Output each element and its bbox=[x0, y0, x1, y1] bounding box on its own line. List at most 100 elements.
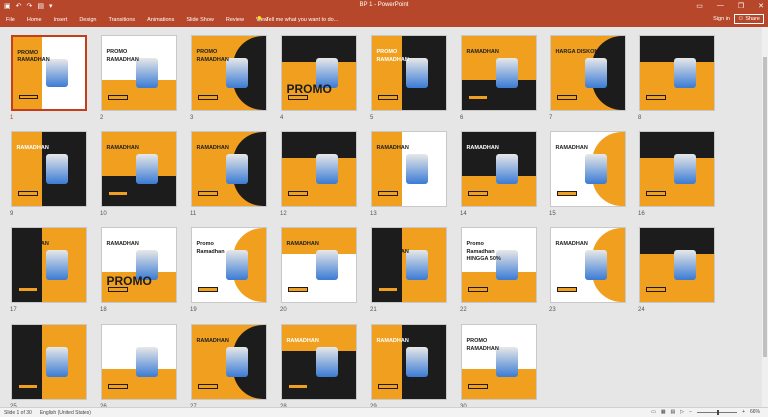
vertical-scrollbar[interactable] bbox=[762, 27, 768, 408]
slide-number: 17 bbox=[10, 307, 17, 313]
slide-number: 8 bbox=[638, 115, 642, 121]
slide-thumbnail[interactable]: RAMADHAN bbox=[371, 324, 447, 400]
slide-text: PROMO bbox=[286, 81, 332, 96]
window-controls: ▭ — ❐ ✕ bbox=[696, 2, 764, 10]
slide-thumbnail[interactable]: PROMO RAMADHAN bbox=[101, 35, 177, 111]
slide-thumbnail[interactable]: PROMO bbox=[639, 227, 715, 303]
minimize-button[interactable]: — bbox=[717, 2, 724, 10]
slide-number: 12 bbox=[280, 211, 287, 217]
tab-review[interactable]: Review bbox=[226, 17, 244, 23]
slide-thumbnail[interactable]: Promo Ramadhan HINGGA 50% bbox=[461, 227, 537, 303]
tab-transitions[interactable]: Transitions bbox=[108, 17, 135, 23]
slide-thumbnail[interactable]: HARGA DISKON bbox=[639, 35, 715, 111]
slide-cta-bar bbox=[107, 287, 128, 293]
slide-thumbnail[interactable]: PROMO RAMADHAN bbox=[191, 35, 267, 111]
slide-number: 14 bbox=[460, 211, 467, 217]
slide-number: 18 bbox=[100, 307, 107, 313]
product-image bbox=[226, 58, 249, 88]
slide-number: 24 bbox=[638, 307, 645, 313]
product-image bbox=[496, 58, 519, 88]
slide-text: PROMO bbox=[376, 49, 398, 56]
ribbon: File Home Insert Design Transitions Anim… bbox=[0, 13, 768, 27]
slide-text: PROMO bbox=[17, 49, 39, 56]
ribbon-tabs: File Home Insert Design Transitions Anim… bbox=[6, 17, 268, 23]
slide-thumbnail[interactable]: PROMO RAMADHAN bbox=[371, 35, 447, 111]
slide-thumbnail[interactable]: RAMADHAN bbox=[461, 35, 537, 111]
slide-thumbnail[interactable]: RAMADHAN bbox=[371, 131, 447, 207]
slide-cta-bar bbox=[287, 384, 308, 390]
zoom-out-icon[interactable]: − bbox=[689, 409, 692, 415]
slide-thumbnail[interactable]: DISKON bbox=[639, 131, 715, 207]
slide-text: PROMO bbox=[196, 49, 218, 56]
slide-number: 7 bbox=[549, 115, 553, 121]
slide-count: Slide 1 of 30 bbox=[4, 410, 32, 416]
scrollbar-thumb[interactable] bbox=[763, 57, 767, 357]
product-image bbox=[46, 154, 69, 184]
slide-thumbnail[interactable]: PROMO RAMADHAN bbox=[461, 324, 537, 400]
slide-thumbnail[interactable]: RAMADHAN bbox=[461, 131, 537, 207]
slide-thumbnail[interactable]: PROMO RAMADHAN bbox=[11, 35, 87, 111]
slide-thumbnail[interactable]: RAMADHAN bbox=[101, 131, 177, 207]
tab-file[interactable]: File bbox=[6, 17, 15, 23]
slide-thumbnail[interactable]: RAMADHAN PROMO bbox=[101, 227, 177, 303]
tab-design[interactable]: Design bbox=[79, 17, 96, 23]
slide-text: Ramadhan bbox=[466, 248, 495, 255]
slide-thumbnail[interactable]: RAMADHAN bbox=[191, 131, 267, 207]
slide-cta-bar bbox=[556, 95, 577, 101]
slide-text: PROMO bbox=[106, 273, 152, 288]
slide-text: RAMADHAN bbox=[286, 49, 319, 56]
zoom-in-icon[interactable]: + bbox=[742, 409, 745, 415]
share-label: Share bbox=[745, 16, 760, 22]
slide-text: Promo bbox=[196, 241, 214, 248]
slide-text: RAMADHAN bbox=[376, 145, 409, 152]
zoom-level[interactable]: 66% bbox=[750, 409, 760, 415]
sign-in-link[interactable]: Sign in bbox=[713, 16, 730, 22]
lightbulb-icon: 💡 bbox=[256, 17, 263, 23]
slide-thumbnail[interactable]: Promo Ramadhan bbox=[191, 227, 267, 303]
slide-thumbnail[interactable]: RAMADHAN bbox=[550, 131, 626, 207]
slide-thumbnail[interactable]: RAMADHAN bbox=[191, 324, 267, 400]
slide-cta-bar bbox=[377, 95, 398, 101]
normal-view-icon[interactable]: ▭ bbox=[651, 409, 656, 415]
slide-thumbnail[interactable]: PROMO RAMADHAN bbox=[371, 227, 447, 303]
zoom-slider-knob[interactable] bbox=[717, 409, 720, 415]
slide-thumbnail[interactable] bbox=[101, 324, 177, 400]
product-image bbox=[674, 154, 697, 184]
slide-thumbnail[interactable]: RAMADHAN DISKON bbox=[11, 227, 87, 303]
tab-slide-show[interactable]: Slide Show bbox=[186, 17, 214, 23]
slide-text: Ramadhan bbox=[196, 248, 225, 255]
slide-thumbnail[interactable]: HARGA DISKON bbox=[550, 35, 626, 111]
slide-cta-bar bbox=[645, 95, 666, 101]
slide-text: RAMADHAN bbox=[286, 145, 319, 152]
slide-number: 15 bbox=[549, 211, 556, 217]
share-button[interactable]: ⚇ Share bbox=[734, 14, 764, 24]
slide-cta-bar bbox=[197, 191, 218, 197]
product-image bbox=[674, 250, 697, 280]
tab-insert[interactable]: Insert bbox=[54, 17, 68, 23]
maximize-button[interactable]: ❐ bbox=[738, 2, 744, 10]
tab-home[interactable]: Home bbox=[27, 17, 42, 23]
reading-view-icon[interactable]: ▤ bbox=[671, 409, 676, 415]
slide-thumbnail[interactable]: PROMO bbox=[11, 324, 87, 400]
slide-number: 2 bbox=[100, 115, 104, 121]
product-image bbox=[46, 347, 69, 377]
slide-sorter-view-icon[interactable]: ▦ bbox=[661, 409, 666, 415]
language-indicator[interactable]: English (United States) bbox=[40, 410, 91, 416]
slide-thumbnail[interactable]: RAMADHAN bbox=[281, 227, 357, 303]
slide-cta-bar bbox=[377, 191, 398, 197]
ribbon-display-options-icon[interactable]: ▭ bbox=[696, 2, 703, 10]
slide-thumbnail[interactable]: RAMADHAN bbox=[11, 131, 87, 207]
slide-text: RAMADHAN bbox=[106, 145, 139, 152]
slide-thumbnail[interactable]: RAMADHAN bbox=[281, 131, 357, 207]
tell-me-box[interactable]: 💡 Tell me what you want to do... bbox=[256, 17, 338, 23]
close-button[interactable]: ✕ bbox=[758, 2, 764, 10]
zoom-slider[interactable] bbox=[697, 409, 738, 415]
slide-number: 19 bbox=[190, 307, 197, 313]
slide-thumbnail[interactable]: RAMADHAN bbox=[550, 227, 626, 303]
slide-thumbnail[interactable]: RAMADHAN bbox=[281, 324, 357, 400]
slide-thumbnail[interactable]: RAMADHAN PROMO bbox=[281, 35, 357, 111]
product-image bbox=[226, 347, 249, 377]
tab-animations[interactable]: Animations bbox=[147, 17, 174, 23]
slideshow-view-icon[interactable]: ▷ bbox=[680, 409, 684, 415]
slide-text: RAMADHAN bbox=[466, 345, 499, 352]
